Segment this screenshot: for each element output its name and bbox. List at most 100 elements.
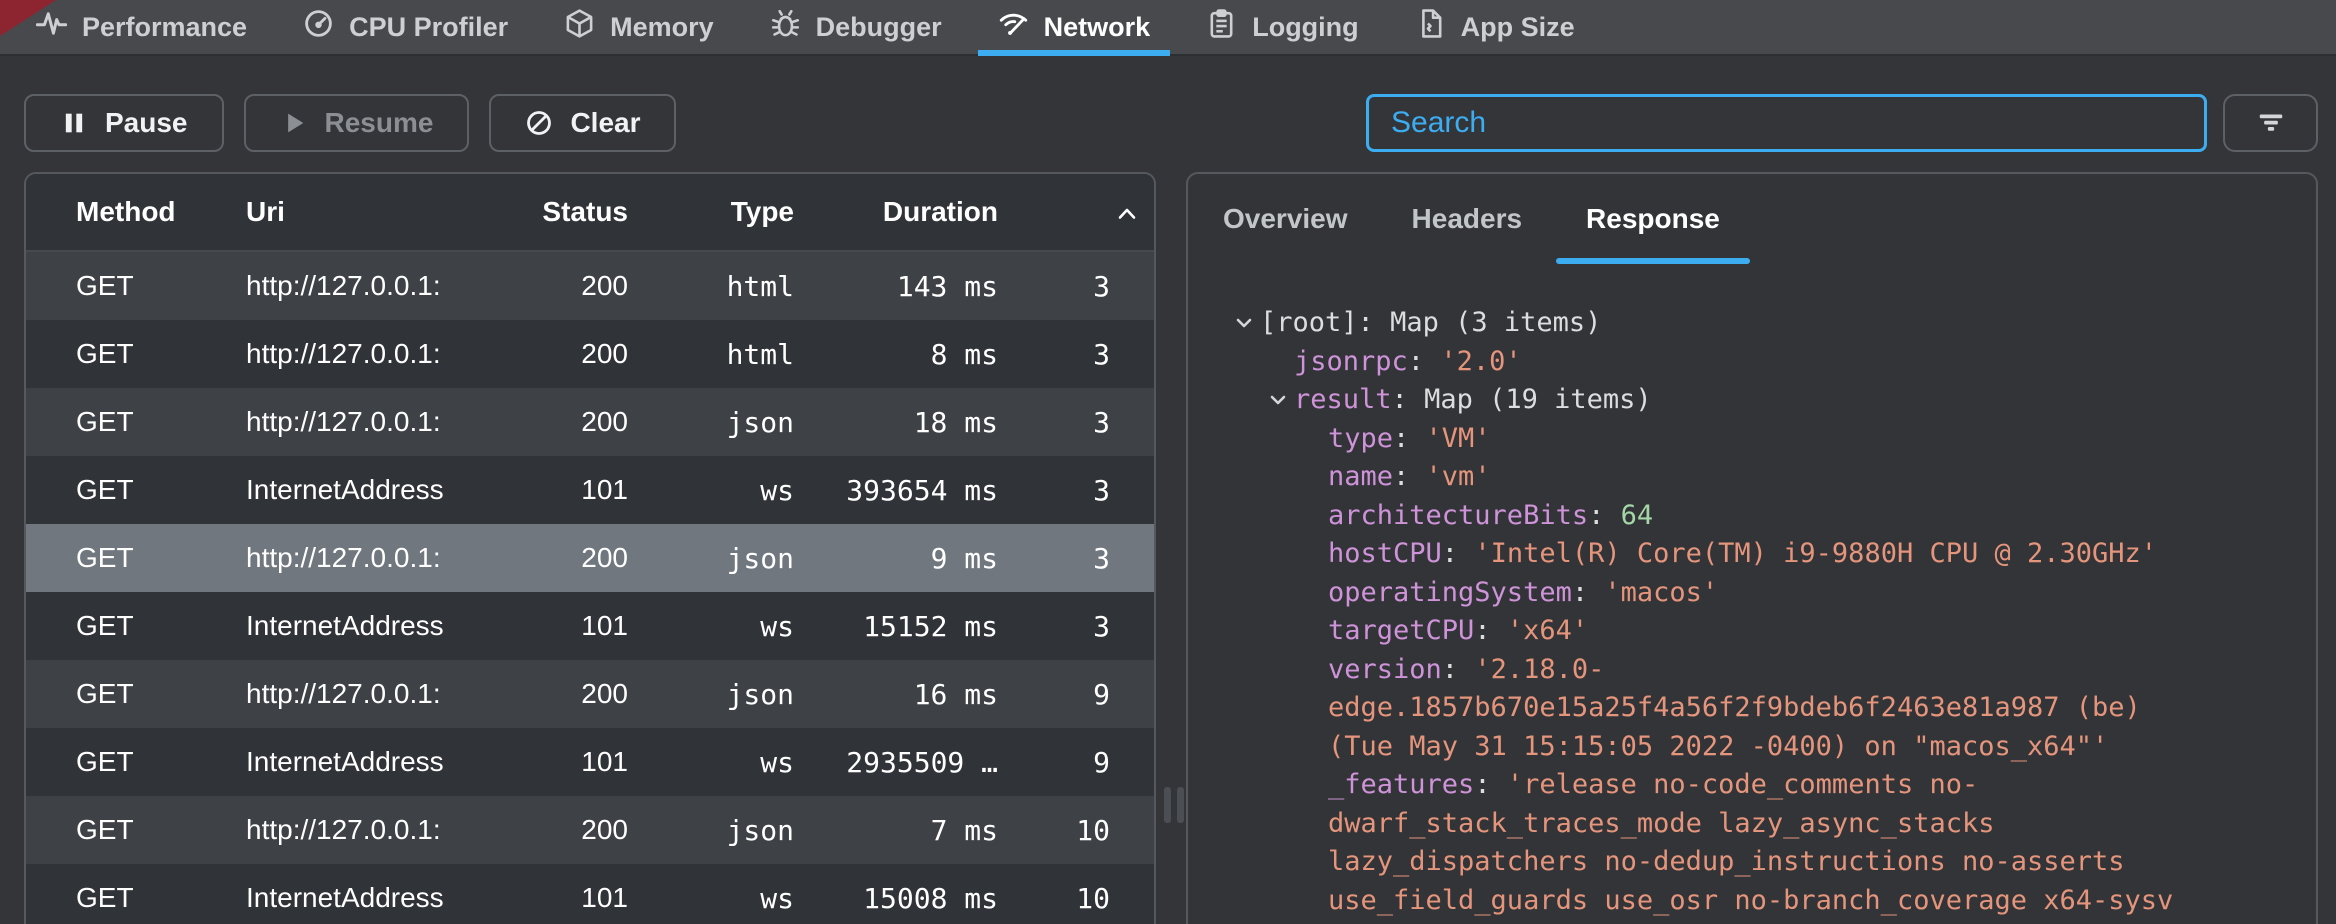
clear-button[interactable]: Clear	[489, 94, 676, 152]
tree-separator: :	[1393, 423, 1426, 454]
column-header-method[interactable]: Method	[26, 196, 246, 228]
filter-button[interactable]	[2223, 94, 2318, 152]
filter-icon	[2256, 107, 2286, 140]
cell-method: GET	[26, 270, 246, 302]
nav-tab-label: Performance	[82, 12, 247, 43]
nav-tab-logging[interactable]: Logging	[1178, 0, 1386, 54]
split-drag-handle[interactable]	[1161, 787, 1187, 823]
tree-key: targetCPU	[1328, 615, 1474, 646]
tree-line: targetCPU: 'x64'	[1188, 612, 2316, 651]
tree-line: result: Map (19 items)	[1188, 381, 2316, 420]
tab-label: Response	[1586, 203, 1720, 235]
search-input[interactable]	[1366, 94, 2207, 152]
tree-value: '2.18.0-	[1474, 654, 1604, 685]
pause-label: Pause	[105, 107, 188, 139]
cell-status: 200	[478, 270, 628, 302]
cell-type: ws	[628, 746, 794, 779]
clipboard-icon	[1206, 8, 1237, 46]
column-header-ts[interactable]	[998, 196, 1154, 228]
tree-line: _features: 'release no-code_comments no-	[1188, 766, 2316, 805]
cell-method: GET	[26, 746, 246, 778]
table-row[interactable]: GEThttp://127.0.0.1:200json7 ms10	[26, 796, 1154, 864]
column-header-status[interactable]: Status	[478, 196, 628, 228]
table-row[interactable]: GEThttp://127.0.0.1:200html143 ms3	[26, 252, 1154, 320]
column-header-uri[interactable]: Uri	[246, 196, 478, 228]
table-header-row: Method UriStatus TypeDuration	[26, 174, 1154, 252]
cell-method: GET	[26, 610, 246, 642]
request-detail-panel: OverviewHeaders Response [root]: Map (3 i…	[1186, 172, 2318, 924]
nav-tab-network[interactable]: Network	[970, 0, 1179, 54]
tree-line: jsonrpc: '2.0'	[1188, 343, 2316, 382]
tree-key: _features	[1328, 769, 1474, 800]
cell-uri: InternetAddress	[246, 610, 478, 642]
play-icon	[280, 109, 308, 137]
tab-headers[interactable]: Headers	[1382, 174, 1553, 278]
table-row[interactable]: GETInternetAddress101ws15152 ms3	[26, 592, 1154, 660]
tree-value: dwarf_stack_traces_mode lazy_async_stack…	[1328, 808, 1994, 839]
tree-separator: :	[1474, 769, 1507, 800]
table-row[interactable]: GETInternetAddress101ws393654 ms3	[26, 456, 1154, 524]
tree-separator: :	[1358, 307, 1391, 338]
cell-ts: 10	[998, 814, 1154, 847]
response-json-tree: [root]: Map (3 items)jsonrpc: '2.0'resul…	[1188, 278, 2316, 920]
tree-key: architectureBits	[1328, 500, 1588, 531]
column-header-label: Type	[731, 196, 794, 227]
tree-value: 'vm'	[1426, 461, 1491, 492]
bug-icon	[770, 8, 801, 46]
table-row[interactable]: GETInternetAddress101ws2935509 …9	[26, 728, 1154, 796]
column-header-duration[interactable]: Duration	[794, 196, 998, 228]
tree-key: jsonrpc	[1294, 346, 1408, 377]
expander-chevron-down-icon[interactable]	[1233, 304, 1260, 343]
cell-status: 200	[478, 406, 628, 438]
tree-separator: :	[1572, 577, 1605, 608]
cell-uri: InternetAddress	[246, 474, 478, 506]
cell-duration: 8 ms	[794, 338, 998, 371]
tree-key: operatingSystem	[1328, 577, 1572, 608]
file-icon	[1415, 8, 1446, 46]
column-header-label: Method	[76, 196, 176, 227]
sort-caret-up-icon	[1116, 196, 1138, 227]
pause-button[interactable]: Pause	[24, 94, 224, 152]
cell-status: 101	[478, 882, 628, 914]
nav-tab-cpu-profiler[interactable]: CPU Profiler	[275, 0, 536, 54]
cell-method: GET	[26, 678, 246, 710]
cell-method: GET	[26, 882, 246, 914]
table-row[interactable]: GEThttp://127.0.0.1:200json16 ms9	[26, 660, 1154, 728]
tree-line: [root]: Map (3 items)	[1188, 304, 2316, 343]
cell-type: json	[628, 542, 794, 575]
tab-overview[interactable]: Overview	[1193, 174, 1378, 278]
cell-type: ws	[628, 610, 794, 643]
table-row[interactable]: GEThttp://127.0.0.1:200json9 ms3	[26, 524, 1154, 592]
table-row[interactable]: GEThttp://127.0.0.1:200html8 ms3	[26, 320, 1154, 388]
cell-status: 101	[478, 474, 628, 506]
cell-type: html	[628, 338, 794, 371]
nav-tab-performance[interactable]: Performance	[8, 0, 275, 54]
nav-tab-memory[interactable]: Memory	[536, 0, 742, 54]
tree-key: version	[1328, 654, 1442, 685]
tree-value: (Tue May 31 15:15:05 2022 -0400) on "mac…	[1328, 731, 2108, 762]
tree-value: 'release no-code_comments no-	[1507, 769, 1978, 800]
nav-tab-label: CPU Profiler	[349, 12, 508, 43]
cell-status: 101	[478, 610, 628, 642]
cell-status: 200	[478, 814, 628, 846]
main-split-view: Method UriStatus TypeDuration GEThttp://12…	[0, 172, 2336, 924]
tree-value: edge.1857b670e15a25f4a56f2f9bdeb6f2463e8…	[1328, 692, 2141, 723]
cell-status: 200	[478, 678, 628, 710]
cell-type: json	[628, 406, 794, 439]
cell-type: ws	[628, 882, 794, 915]
tab-response[interactable]: Response	[1556, 174, 1750, 278]
tree-line-continuation: dwarf_stack_traces_mode lazy_async_stack…	[1188, 805, 2316, 844]
resume-button[interactable]: Resume	[244, 94, 470, 152]
cell-duration: 393654 ms	[794, 474, 998, 507]
expander-chevron-down-icon[interactable]	[1267, 381, 1294, 420]
table-row[interactable]: GEThttp://127.0.0.1:200json18 ms3	[26, 388, 1154, 456]
nav-tab-label: Debugger	[816, 12, 942, 43]
detail-tabs: OverviewHeaders Response	[1188, 174, 2316, 278]
nav-tab-app-size[interactable]: App Size	[1387, 0, 1603, 54]
column-header-type[interactable]: Type	[628, 196, 794, 228]
nav-tab-debugger[interactable]: Debugger	[742, 0, 970, 54]
tree-separator: :	[1474, 615, 1507, 646]
cell-type: json	[628, 678, 794, 711]
table-row[interactable]: GETInternetAddress101ws15008 ms10	[26, 864, 1154, 924]
cell-uri: InternetAddress	[246, 746, 478, 778]
